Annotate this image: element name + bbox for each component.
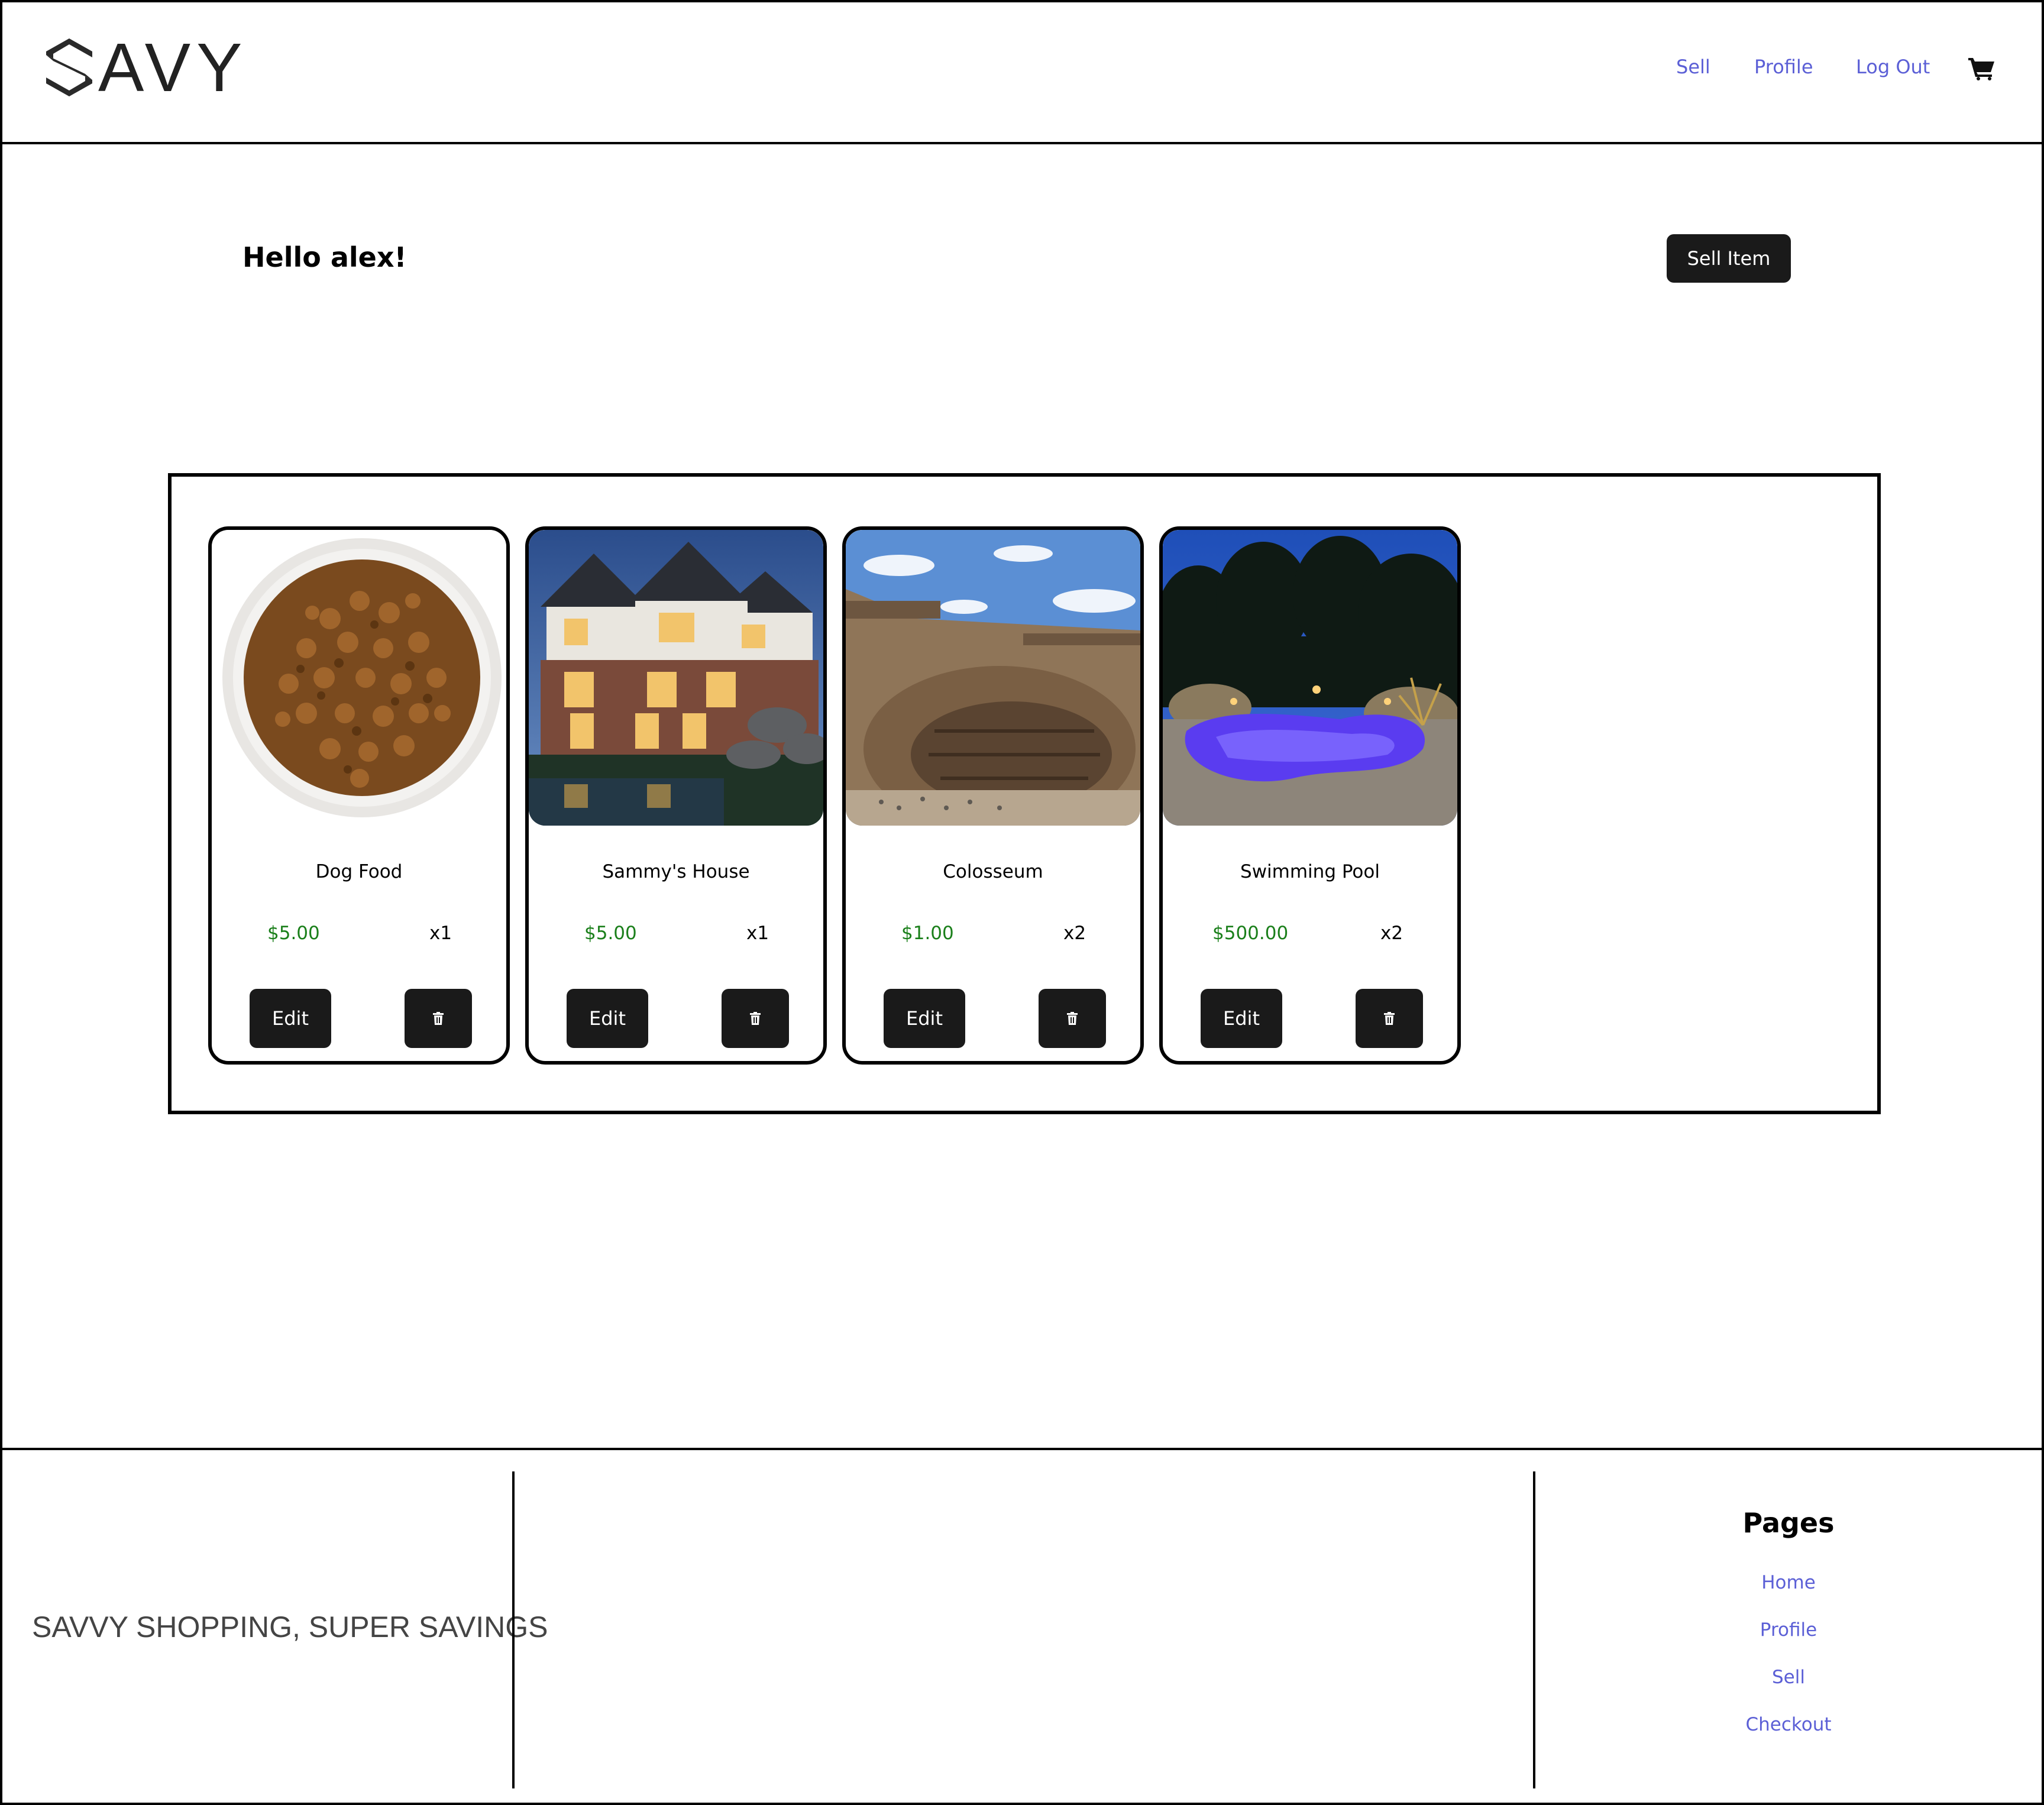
listing-name: Dog Food (315, 861, 403, 882)
trash-icon (1384, 1012, 1395, 1025)
trash-icon (1067, 1012, 1078, 1025)
listing-card: Dog Food $5.00 x1 Edit (208, 526, 510, 1065)
logo-s-icon (46, 38, 92, 96)
delete-button[interactable] (1039, 989, 1106, 1048)
trash-icon (433, 1012, 444, 1025)
listing-quantity: x2 (1380, 923, 1403, 944)
nav-profile-link[interactable]: Profile (1754, 56, 1813, 78)
trash-icon (750, 1012, 761, 1025)
edit-button[interactable]: Edit (567, 989, 648, 1048)
shopping-cart-icon[interactable] (1968, 57, 1996, 80)
listing-card: Colosseum $1.00 x2 Edit (842, 526, 1144, 1065)
listing-card: Sammy's House $5.00 x1 Edit (525, 526, 827, 1065)
edit-button[interactable]: Edit (1201, 989, 1282, 1048)
delete-button[interactable] (722, 989, 789, 1048)
listing-quantity: x1 (429, 923, 452, 944)
listing-name: Colosseum (943, 861, 1043, 882)
footer-tagline: SAVVY SHOPPING, SUPER SAVINGS (32, 1610, 548, 1644)
listing-name: Swimming Pool (1240, 861, 1380, 882)
listing-card: Swimming Pool $500.00 x2 Edit (1159, 526, 1461, 1065)
listings-container: Dog Food $5.00 x1 Edit Sammy's House $5.… (168, 473, 1881, 1114)
dog-food-image (212, 530, 506, 826)
footer-link-profile[interactable]: Profile (1540, 1619, 2037, 1641)
nav-sell-link[interactable]: Sell (1676, 56, 1710, 78)
listing-quantity: x2 (1063, 923, 1086, 944)
footer-divider (512, 1471, 515, 1788)
listing-price: $5.00 (267, 923, 320, 944)
greeting: Hello alex! (242, 241, 407, 273)
footer-divider (1533, 1471, 1535, 1788)
listing-price: $500.00 (1212, 923, 1289, 944)
footer-link-sell[interactable]: Sell (1540, 1667, 2037, 1688)
page: AVY Sell Profile Log Out Hello alex! Sel… (0, 0, 2044, 1805)
footer-link-checkout[interactable]: Checkout (1540, 1714, 2037, 1735)
edit-button[interactable]: Edit (884, 989, 965, 1048)
footer: SAVVY SHOPPING, SUPER SAVINGS Pages Home… (2, 1448, 2042, 1803)
nav-logout-link[interactable]: Log Out (1856, 56, 1930, 78)
logo[interactable]: AVY (41, 32, 248, 103)
colosseum-image (846, 530, 1140, 826)
edit-button[interactable]: Edit (250, 989, 331, 1048)
listing-price: $5.00 (584, 923, 637, 944)
listing-quantity: x1 (746, 923, 769, 944)
footer-link-home[interactable]: Home (1540, 1572, 2037, 1593)
listing-name: Sammy's House (602, 861, 750, 882)
logo-text: AVY (98, 29, 248, 106)
header: AVY Sell Profile Log Out (2, 2, 2042, 144)
house-image (529, 530, 823, 826)
delete-button[interactable] (405, 989, 472, 1048)
delete-button[interactable] (1356, 989, 1423, 1048)
listing-price: $1.00 (901, 923, 954, 944)
pool-image (1163, 530, 1457, 826)
sell-item-button[interactable]: Sell Item (1667, 234, 1791, 283)
footer-pages-title: Pages (1742, 1507, 1835, 1539)
